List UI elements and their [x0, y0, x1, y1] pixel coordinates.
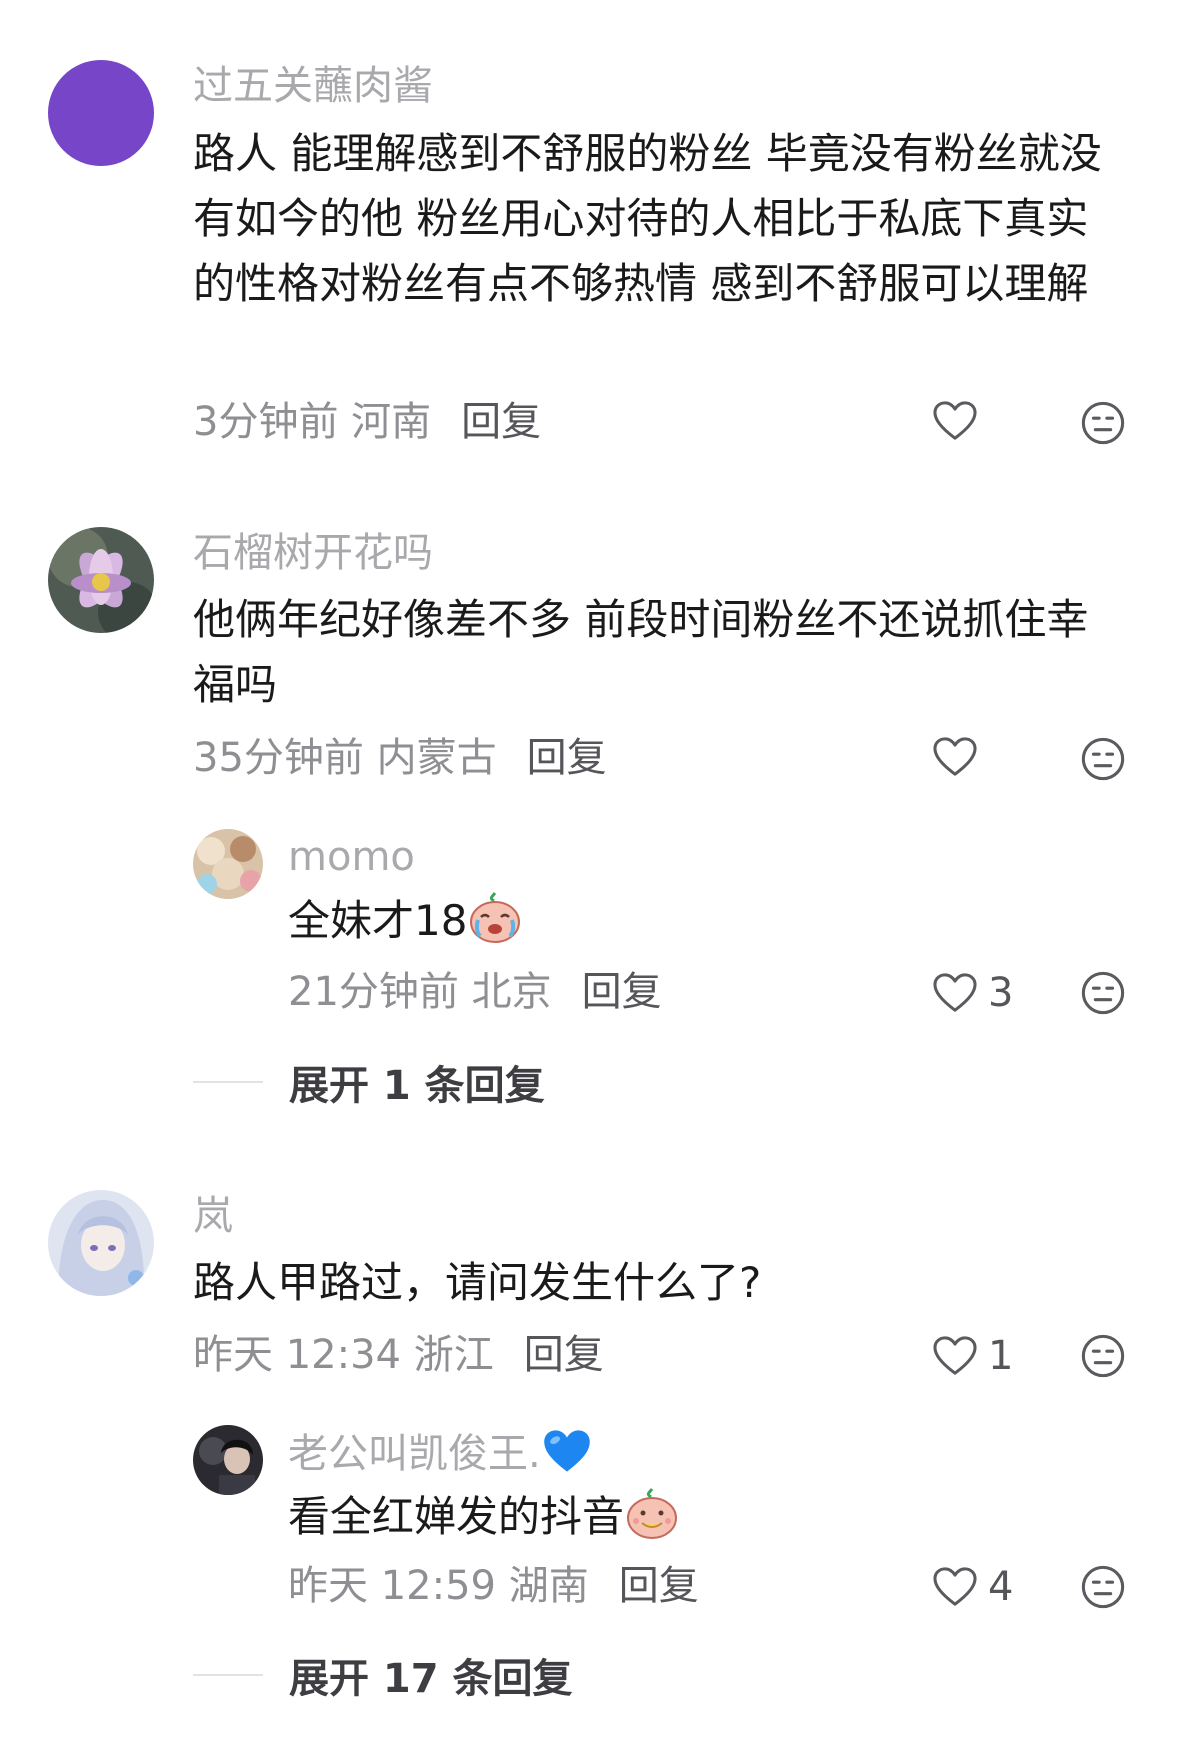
reply-username-text: 老公叫凯俊王. [288, 1431, 541, 1477]
reply-text-content: 全妹才18 [288, 896, 468, 945]
reply-button[interactable]: 回复 [524, 1332, 604, 1378]
expand-replies-button[interactable]: 展开 17 条回复 [193, 1646, 573, 1704]
like-count: 3 [988, 970, 1014, 1016]
comment-time-location: 35分钟前 内蒙古 [193, 735, 497, 781]
avatar[interactable] [48, 1190, 154, 1296]
dislike-icon[interactable] [1080, 1564, 1126, 1610]
like-button[interactable]: 3 [932, 970, 1013, 1016]
like-count: 1 [988, 1333, 1014, 1379]
dislike-icon[interactable] [1080, 970, 1126, 1016]
reply-meta: 21分钟前 北京 回复 [288, 966, 662, 1018]
avatar[interactable] [193, 1425, 263, 1495]
comment-meta: 昨天 12:34 浙江 回复 [193, 1329, 604, 1381]
comment-username[interactable]: 岚 [193, 1190, 233, 1242]
comment-meta: 3分钟前 河南 回复 [193, 396, 541, 448]
avatar[interactable] [193, 829, 263, 899]
heart-icon [932, 1335, 978, 1377]
divider-line [193, 1674, 263, 1676]
expand-replies-button[interactable]: 展开 1 条回复 [193, 1053, 545, 1111]
dislike-icon[interactable] [1080, 400, 1126, 446]
like-count: 4 [988, 1564, 1014, 1610]
reply-button[interactable]: 回复 [461, 399, 541, 445]
comment-time-location: 3分钟前 河南 [193, 399, 432, 445]
like-button[interactable] [932, 736, 978, 778]
heart-icon [932, 400, 978, 442]
comment-time-location: 昨天 12:34 浙江 [193, 1332, 494, 1378]
comment-username[interactable]: 石榴树开花吗 [193, 527, 433, 579]
heart-icon [932, 972, 978, 1014]
avatar[interactable] [48, 60, 154, 166]
reply-text-content: 看全红婵发的抖音 [288, 1492, 625, 1541]
blue-heart-icon [543, 1430, 590, 1472]
reply-meta: 昨天 12:59 湖南 回复 [288, 1560, 699, 1612]
expand-replies-label: 展开 1 条回复 [289, 1063, 545, 1109]
eating-face-icon [627, 1488, 678, 1539]
heart-icon [932, 1566, 978, 1608]
expand-replies-label: 展开 17 条回复 [289, 1656, 573, 1702]
reply-button[interactable]: 回复 [582, 969, 662, 1015]
comment-text: 路人 能理解感到不舒服的粉丝 毕竟没有粉丝就没有如今的他 粉丝用心对待的人相比于… [193, 129, 1102, 308]
like-button[interactable]: 4 [932, 1564, 1013, 1610]
dislike-icon[interactable] [1080, 736, 1126, 782]
reply-time-location: 21分钟前 北京 [288, 969, 552, 1015]
dislike-icon[interactable] [1080, 1333, 1126, 1379]
avatar[interactable] [48, 527, 154, 633]
reply-button[interactable]: 回复 [619, 1563, 699, 1609]
plush-toys-image [193, 829, 263, 899]
reply-username[interactable]: 老公叫凯俊王. [288, 1427, 593, 1480]
reply-time-location: 昨天 12:59 湖南 [288, 1563, 589, 1609]
comment-text: 路人甲路过，请问发生什么了? [193, 1258, 762, 1307]
divider-line [193, 1081, 263, 1083]
reply-username[interactable]: momo [288, 831, 415, 883]
reply-text: 全妹才18 [288, 888, 1088, 953]
anime-girl-image [48, 1190, 154, 1296]
like-button[interactable] [932, 400, 978, 442]
comment-meta: 35分钟前 内蒙古 回复 [193, 732, 607, 784]
reply-button[interactable]: 回复 [527, 735, 607, 781]
comment-username[interactable]: 过五关蘸肉酱 [193, 60, 433, 112]
heart-icon [932, 736, 978, 778]
reply-text: 看全红婵发的抖音 [288, 1484, 1088, 1549]
crying-face-icon [470, 892, 521, 943]
comment-text: 他俩年纪好像差不多 前段时间粉丝不还说抓住幸福吗 [193, 595, 1089, 709]
person-dark-image [193, 1425, 263, 1495]
lotus-flower-image [48, 527, 154, 633]
like-button[interactable]: 1 [932, 1333, 1013, 1379]
